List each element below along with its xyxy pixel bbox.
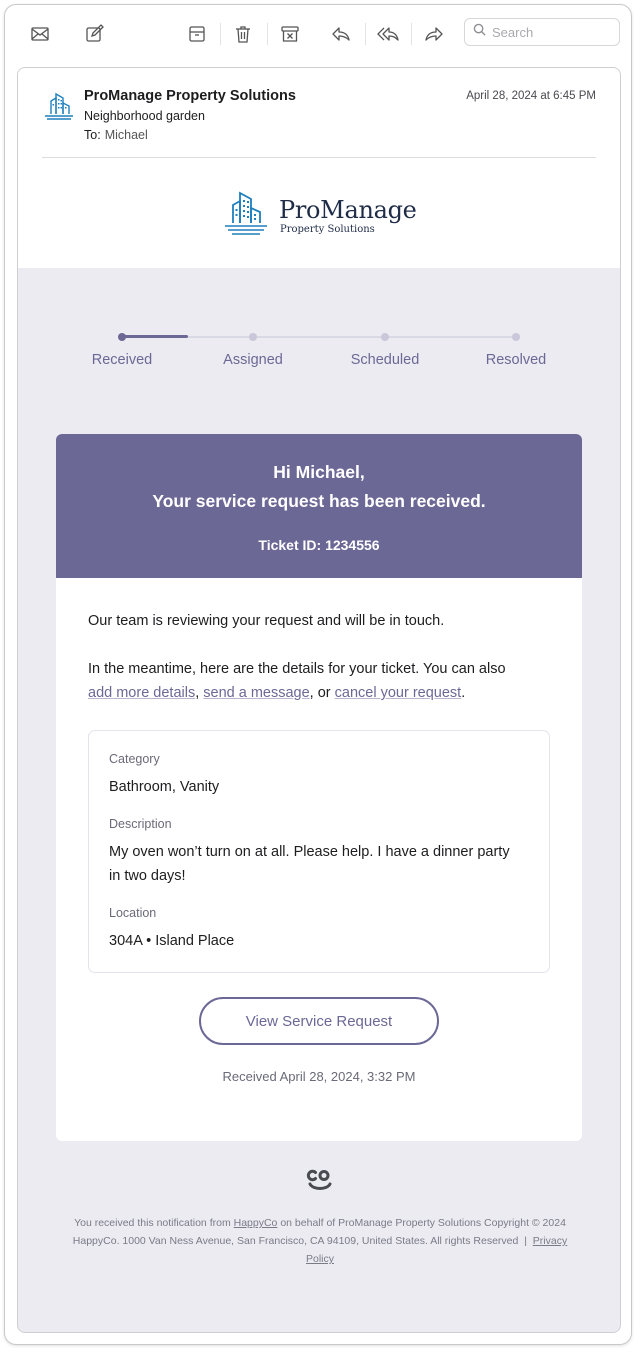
review-paragraph: Our team is reviewing your request and w…: [88, 613, 445, 629]
mail-window: ProManage Property Solutions Neighborhoo…: [4, 4, 632, 1345]
progress-dot-scheduled: [381, 333, 389, 341]
status-progress: Received Assigned Scheduled Resolved: [18, 328, 620, 388]
brand-name: ProManage: [279, 196, 417, 224]
sender-name: ProManage Property Solutions: [84, 88, 296, 104]
recipient-name[interactable]: Michael: [105, 128, 148, 142]
reply-all-icon[interactable]: [375, 21, 401, 47]
add-details-link[interactable]: add more details: [88, 685, 195, 701]
compose-icon[interactable]: [81, 21, 107, 47]
step-label-received: Received: [91, 352, 153, 368]
cancel-request-link[interactable]: cancel your request: [335, 685, 462, 701]
progress-fill: [122, 335, 188, 338]
toolbar-divider: [220, 23, 221, 45]
envelope-icon[interactable]: [27, 21, 53, 47]
email-header: ProManage Property Solutions Neighborhoo…: [18, 68, 620, 268]
category-value: Bathroom, Vanity: [109, 779, 220, 795]
headline: Your service request has been received.: [152, 491, 486, 511]
category-label: Category: [109, 752, 160, 766]
forward-icon[interactable]: [421, 21, 447, 47]
toolbar-divider: [267, 23, 268, 45]
happyco-logo-icon: [303, 1163, 337, 1197]
trash-icon[interactable]: [230, 21, 256, 47]
comma-text: ,: [195, 685, 200, 701]
toolbar: [5, 5, 631, 63]
happyco-link[interactable]: HappyCo: [234, 1217, 278, 1229]
description-value: My oven won’t turn on at all. Please hel…: [109, 844, 510, 884]
step-label-resolved: Resolved: [485, 352, 547, 368]
send-message-link[interactable]: send a message: [203, 685, 309, 701]
progress-dot-assigned: [249, 333, 257, 341]
received-timestamp: Received April 28, 2024, 3:32 PM: [222, 1069, 416, 1084]
details-paragraph-text: In the meantime, here are the details fo…: [88, 661, 506, 677]
ticket-details-box: Category Bathroom, Vanity Description My…: [88, 730, 550, 973]
search-icon: [473, 23, 486, 41]
progress-dot-resolved: [512, 333, 520, 341]
footer-notice: You received this notification from Happ…: [58, 1214, 582, 1268]
email-date: April 28, 2024 at 6:45 PM: [466, 90, 596, 102]
progress-dot-received: [118, 333, 126, 341]
location-value: 304A • Island Place: [109, 933, 235, 949]
building-logo-icon: [225, 191, 267, 235]
header-divider: [42, 157, 596, 158]
recipient-line: To: Michael: [84, 128, 148, 142]
junk-icon[interactable]: [277, 21, 303, 47]
greeting: Hi Michael,: [273, 462, 365, 482]
details-paragraph: In the meantime, here are the details fo…: [88, 657, 558, 705]
ticket-id: Ticket ID: 1234556: [258, 537, 380, 553]
or-text: , or: [309, 685, 331, 701]
search-input[interactable]: [492, 24, 612, 40]
step-label-scheduled: Scheduled: [350, 352, 420, 368]
toolbar-divider: [411, 23, 412, 45]
email-message: ProManage Property Solutions Neighborhoo…: [17, 67, 621, 1333]
notification-card: Hi Michael, Your service request has bee…: [56, 434, 582, 1141]
search-box[interactable]: [464, 18, 620, 46]
card-banner: Hi Michael, Your service request has bee…: [56, 434, 582, 578]
brand-logo: ProManage Property Solutions: [221, 186, 431, 238]
view-service-request-button[interactable]: View Service Request: [199, 997, 439, 1045]
period-text: .: [461, 685, 466, 701]
sender-avatar: [42, 88, 76, 122]
archive-icon[interactable]: [184, 21, 210, 47]
step-label-assigned: Assigned: [223, 352, 283, 368]
location-label: Location: [109, 906, 157, 920]
toolbar-divider: [365, 23, 366, 45]
email-subject: Neighborhood garden: [84, 109, 205, 123]
brand-tagline: Property Solutions: [280, 224, 375, 235]
footer-separator: |: [524, 1235, 527, 1247]
description-label: Description: [109, 817, 172, 831]
footer-text-prefix: You received this notification from: [74, 1217, 231, 1229]
footer-text-suffix: on behalf of ProManage Property Solution…: [280, 1217, 482, 1229]
to-label: To:: [84, 128, 101, 142]
reply-icon[interactable]: [328, 21, 354, 47]
